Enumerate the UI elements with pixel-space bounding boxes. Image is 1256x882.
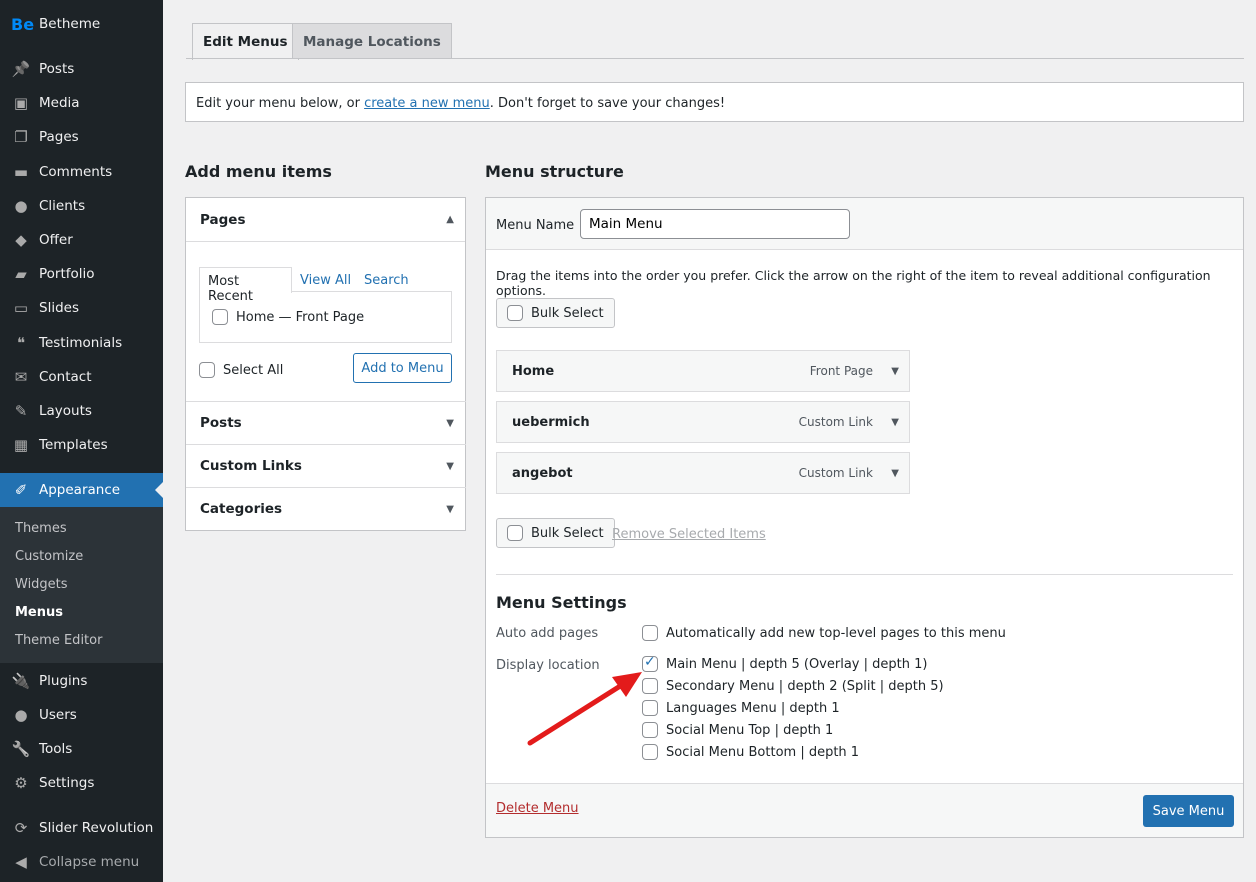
sidebar-item-clients[interactable]: ● Clients bbox=[0, 189, 163, 223]
sidebar-item-posts[interactable]: 📌 Posts bbox=[0, 52, 163, 86]
menu-name-label: Menu Name bbox=[496, 218, 575, 233]
save-menu-button[interactable]: Save Menu bbox=[1143, 795, 1234, 827]
menu-structure-heading: Menu structure bbox=[485, 162, 624, 181]
menu-name-input[interactable] bbox=[580, 209, 850, 239]
expand-arrow-icon[interactable]: ▼ bbox=[891, 468, 899, 479]
bulk-select-button-bottom[interactable]: Bulk Select bbox=[496, 518, 615, 548]
location-option[interactable]: Languages Menu | depth 1 bbox=[642, 700, 840, 716]
delete-menu-link[interactable]: Delete Menu bbox=[496, 801, 579, 816]
admin-sidebar: Be Betheme Themes Customize Widgets Menus The… bbox=[0, 0, 163, 882]
sidebar-item-templates[interactable]: ▦ Templates bbox=[0, 428, 163, 462]
add-items-panel: Pages ▲ Most Recent View All Search Home … bbox=[185, 197, 466, 531]
menu-settings-heading: Menu Settings bbox=[496, 593, 627, 612]
subtab-search[interactable]: Search bbox=[364, 273, 409, 288]
settings-icon: ⚙ bbox=[14, 774, 28, 792]
mail-icon: ✉ bbox=[14, 368, 28, 386]
caret-down-icon: ▼ bbox=[446, 417, 454, 429]
menu-item[interactable]: angebot Custom Link ▼ bbox=[496, 452, 910, 494]
posts-section-toggle[interactable]: Posts ▼ bbox=[186, 401, 466, 444]
user-icon: ● bbox=[14, 706, 28, 724]
sidebar-item-collapse-menu[interactable]: ◀ Collapse menu bbox=[0, 845, 163, 879]
sidebar-item-plugins[interactable]: 🔌 Plugins bbox=[0, 664, 163, 698]
refresh-icon: ⟳ bbox=[14, 819, 28, 837]
tab-edit-menus[interactable]: Edit Menus bbox=[192, 23, 299, 60]
sidebar-item-slides[interactable]: ▭ Slides bbox=[0, 291, 163, 325]
auto-add-checkbox[interactable] bbox=[642, 625, 658, 641]
select-all-checkbox[interactable] bbox=[199, 362, 215, 378]
pages-section-toggle[interactable]: Pages ▲ bbox=[186, 198, 466, 241]
red-arrow-annotation bbox=[527, 672, 642, 746]
submenu-customize[interactable]: Customize bbox=[15, 549, 83, 564]
submenu-theme-editor[interactable]: Theme Editor bbox=[15, 633, 102, 648]
auto-add-option[interactable]: Automatically add new top-level pages to… bbox=[642, 625, 1006, 641]
location-option[interactable]: Social Menu Bottom | depth 1 bbox=[642, 744, 859, 760]
brand-betheme[interactable]: Be Betheme bbox=[0, 7, 163, 41]
custom-links-section-toggle[interactable]: Custom Links ▼ bbox=[186, 444, 466, 487]
sidebar-item-users[interactable]: ● Users bbox=[0, 698, 163, 732]
sidebar-item-testimonials[interactable]: ❝ Testimonials bbox=[0, 326, 163, 360]
location-option[interactable]: Secondary Menu | depth 2 (Split | depth … bbox=[642, 678, 944, 694]
submenu-widgets[interactable]: Widgets bbox=[15, 577, 68, 592]
home-page-checkbox[interactable] bbox=[212, 309, 228, 325]
menu-item[interactable]: uebermich Custom Link ▼ bbox=[496, 401, 910, 443]
expand-arrow-icon[interactable]: ▼ bbox=[891, 366, 899, 377]
sidebar-item-offer[interactable]: ◆ Offer bbox=[0, 223, 163, 257]
grid-icon: ▦ bbox=[13, 436, 29, 454]
create-new-menu-link[interactable]: create a new menu bbox=[364, 96, 490, 111]
menu-item[interactable]: Home Front Page ▼ bbox=[496, 350, 910, 392]
sidebar-item-comments[interactable]: ▬ Comments bbox=[0, 155, 163, 189]
wrench-icon: 🔧 bbox=[11, 740, 31, 758]
tag-icon: ◆ bbox=[15, 231, 27, 249]
add-menu-items-heading: Add menu items bbox=[185, 162, 332, 181]
sidebar-item-pages[interactable]: ❐ Pages bbox=[0, 120, 163, 154]
pin-icon: 📌 bbox=[11, 60, 31, 78]
folder-icon: ▰ bbox=[15, 265, 27, 283]
sidebar-item-slider-revolution[interactable]: ⟳ Slider Revolution bbox=[0, 811, 163, 845]
submenu-menus[interactable]: Menus bbox=[15, 605, 63, 620]
sidebar-item-settings[interactable]: ⚙ Settings bbox=[0, 766, 163, 800]
add-to-menu-button[interactable]: Add to Menu bbox=[353, 353, 452, 383]
subtab-most-recent[interactable]: Most Recent bbox=[199, 267, 292, 304]
notice: Edit your menu below, or create a new me… bbox=[185, 82, 1244, 122]
select-all[interactable]: Select All bbox=[199, 362, 283, 378]
caret-up-icon: ▲ bbox=[446, 214, 454, 225]
tabs-divider bbox=[186, 58, 1244, 59]
user-icon: ● bbox=[14, 197, 28, 215]
caret-down-icon: ▼ bbox=[446, 460, 454, 472]
comment-icon: ▬ bbox=[13, 163, 29, 181]
location-option[interactable]: Main Menu | depth 5 (Overlay | depth 1) bbox=[642, 654, 927, 672]
submenu-themes[interactable]: Themes bbox=[15, 521, 67, 536]
remove-selected-link: Remove Selected Items bbox=[612, 527, 766, 542]
subtab-view-all[interactable]: View All bbox=[300, 273, 351, 288]
sidebar-item-media[interactable]: ▣ Media bbox=[0, 86, 163, 120]
bulk-select-checkbox[interactable] bbox=[507, 525, 523, 541]
media-icon: ▣ bbox=[13, 94, 29, 112]
expand-arrow-icon[interactable]: ▼ bbox=[891, 417, 899, 428]
sidebar-item-tools[interactable]: 🔧 Tools bbox=[0, 732, 163, 766]
slides-icon: ▭ bbox=[13, 299, 29, 317]
tab-manage-locations[interactable]: Manage Locations bbox=[292, 23, 452, 59]
sidebar-item-portfolio[interactable]: ▰ Portfolio bbox=[0, 257, 163, 291]
pencil-icon: ✎ bbox=[14, 402, 28, 420]
caret-down-icon: ▼ bbox=[446, 503, 454, 515]
sidebar-item-appearance[interactable]: ✐ Appearance bbox=[0, 473, 163, 507]
auto-add-label: Auto add pages bbox=[496, 626, 599, 641]
quote-icon: ❝ bbox=[16, 334, 26, 352]
instructions: Drag the items into the order you prefer… bbox=[496, 268, 1211, 298]
sidebar-item-layouts[interactable]: ✎ Layouts bbox=[0, 394, 163, 428]
categories-section-toggle[interactable]: Categories ▼ bbox=[186, 487, 466, 530]
plug-icon: 🔌 bbox=[11, 672, 31, 690]
bulk-select-button-top[interactable]: Bulk Select bbox=[496, 298, 615, 328]
betheme-logo-icon: Be bbox=[11, 14, 35, 34]
sidebar-item-contact[interactable]: ✉ Contact bbox=[0, 360, 163, 394]
brush-icon: ✐ bbox=[14, 481, 28, 499]
location-option[interactable]: Social Menu Top | depth 1 bbox=[642, 722, 833, 738]
bulk-select-checkbox[interactable] bbox=[507, 305, 523, 321]
collapse-icon: ◀ bbox=[15, 853, 27, 871]
appearance-submenu: Themes Customize Widgets Menus Theme Editor bbox=[0, 507, 163, 663]
pages-icon: ❐ bbox=[14, 128, 28, 146]
